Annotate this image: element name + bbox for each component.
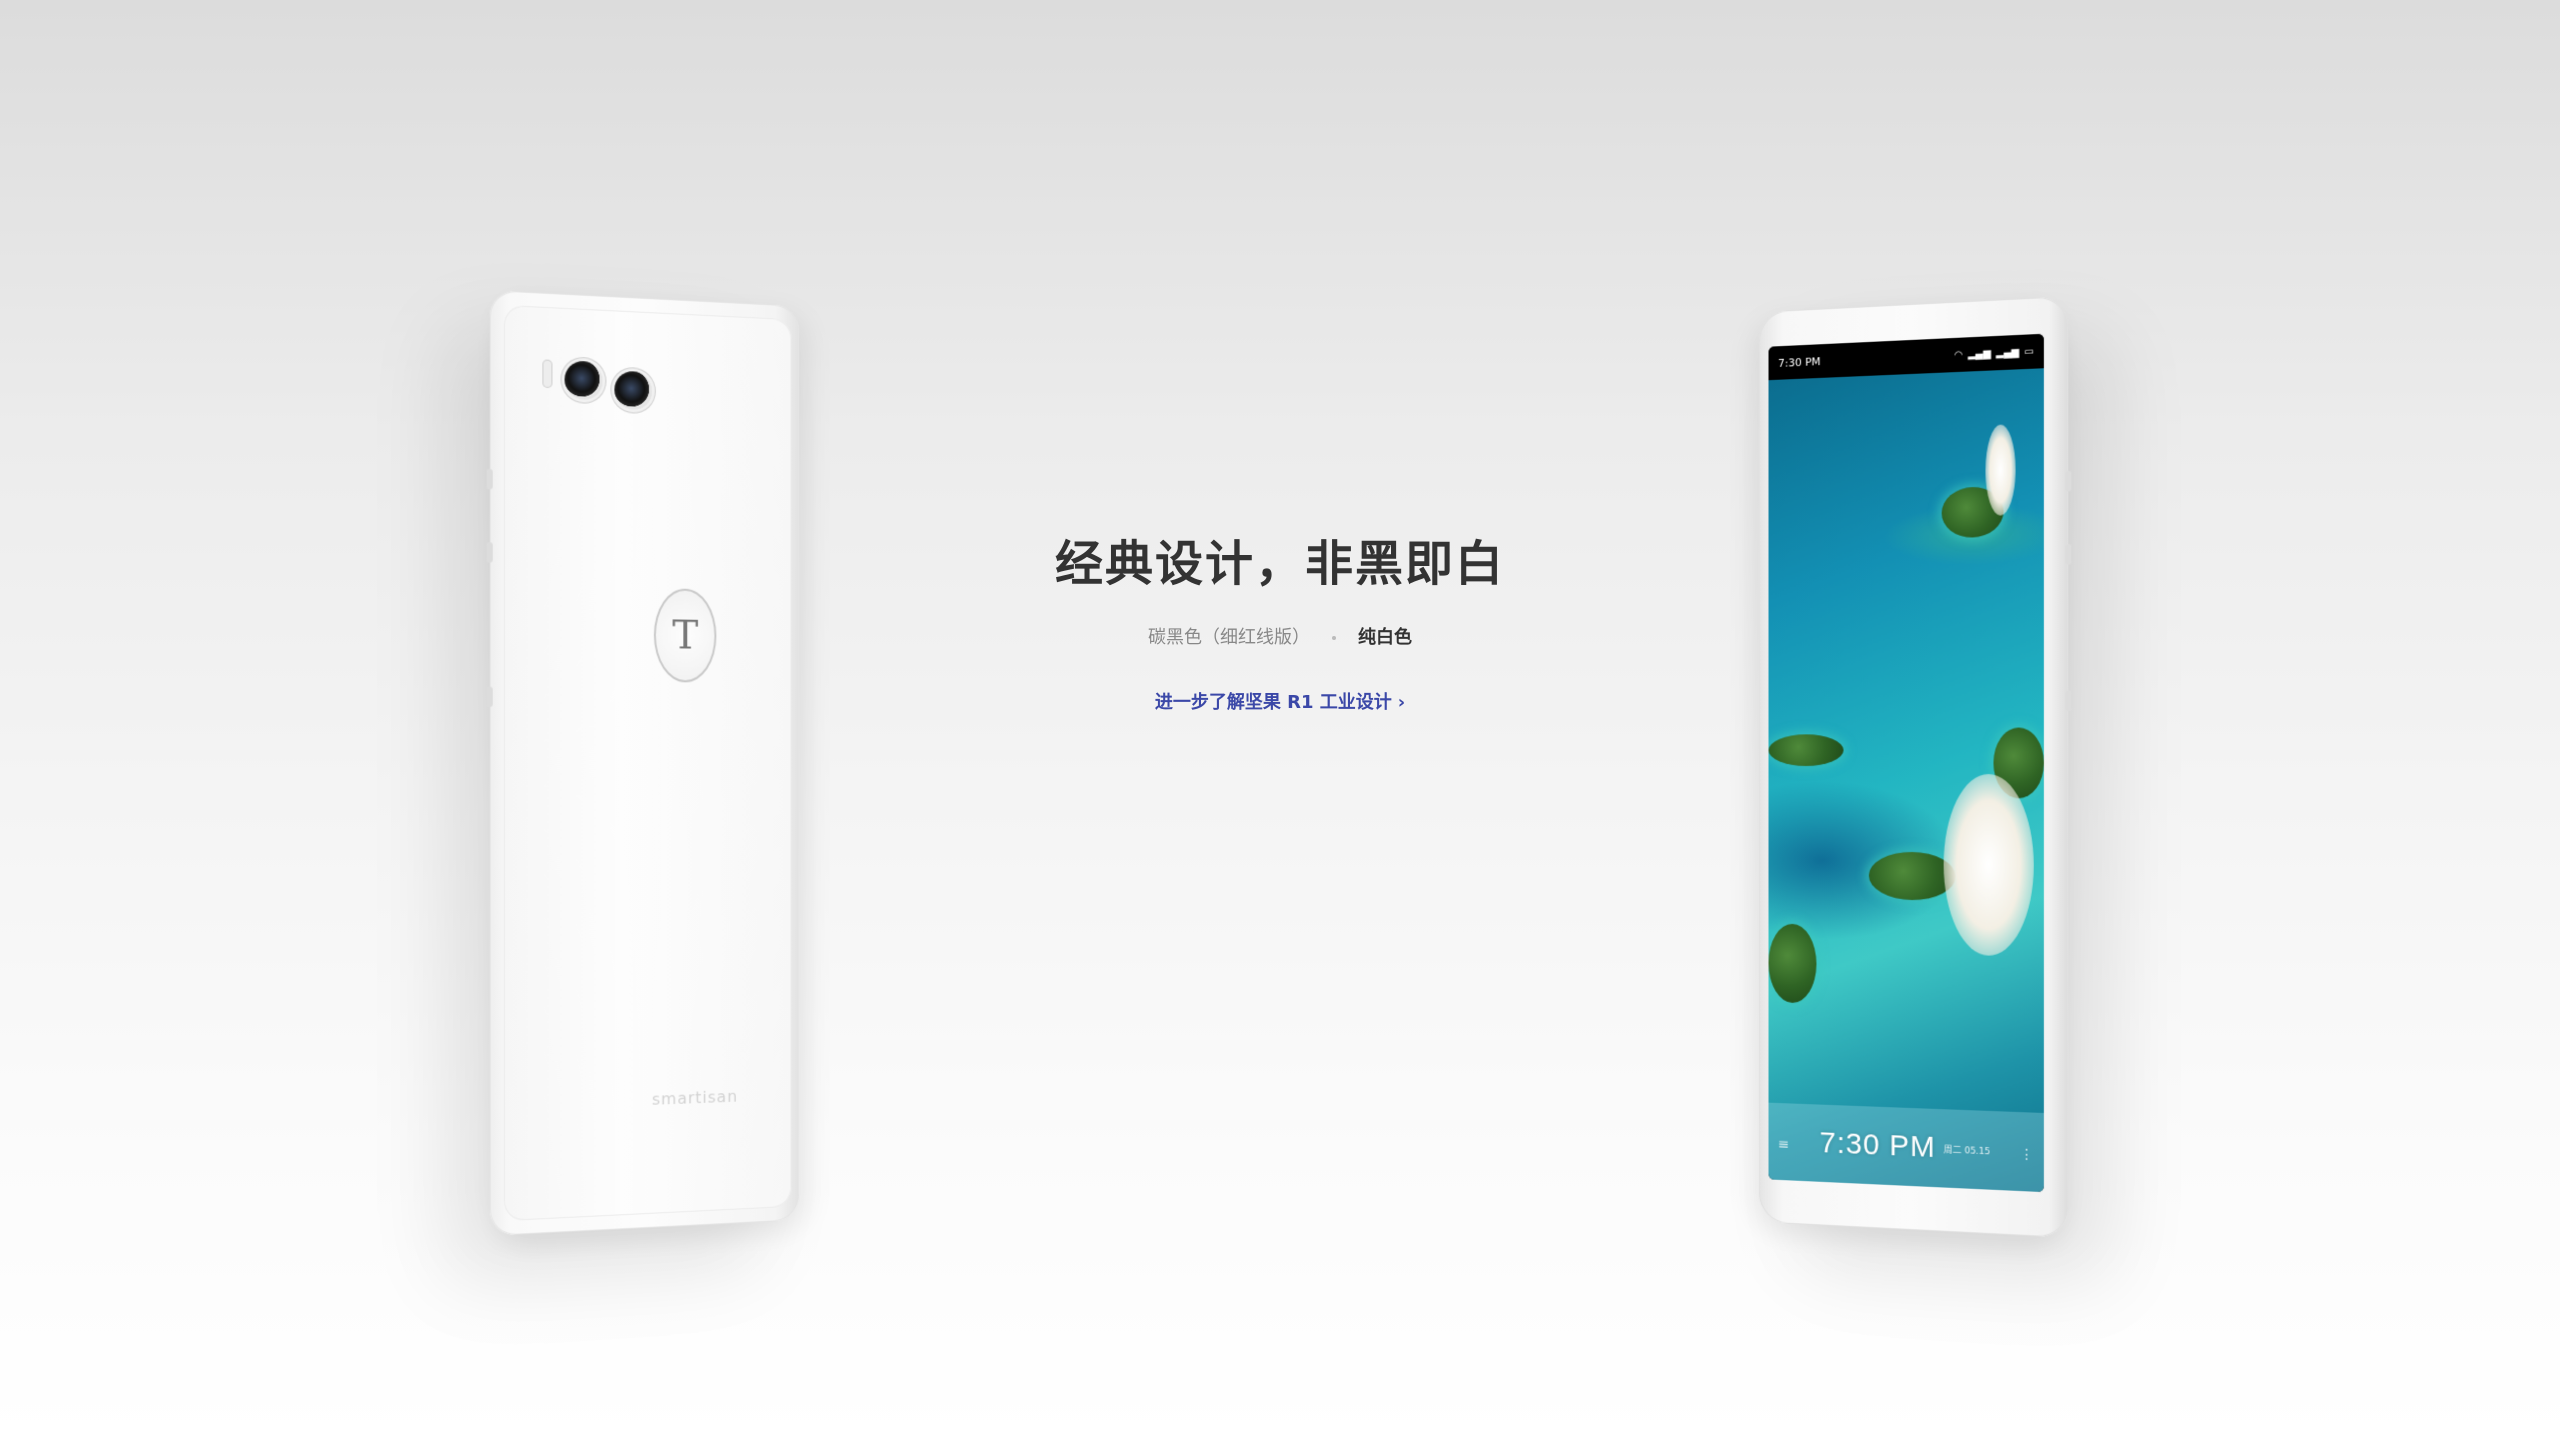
beach-shape <box>1944 774 2034 957</box>
separator-dot <box>1332 636 1336 640</box>
signal-icon: ▂▄▆ <box>1996 347 2019 359</box>
brand-wordmark: smartisan <box>652 1087 738 1109</box>
island-shape <box>1769 924 1817 1004</box>
wifi-icon: ◠ <box>1954 349 1963 360</box>
phone-back-panel: T smartisan <box>504 305 791 1221</box>
phone-front-view: 7:30 PM ◠ ▂▄▆ ▂▄▆ ▭ ≡ 7:30 PM 周二 05.15 ⋮ <box>1759 296 2068 1238</box>
camera-lens-icon <box>565 360 603 400</box>
status-time: 7:30 PM <box>1778 355 1821 370</box>
island-shape <box>1869 852 1956 901</box>
island-shape <box>1769 734 1844 766</box>
menu-icon: ≡ <box>1778 1137 1789 1153</box>
side-button <box>2065 471 2071 492</box>
phone-screen: 7:30 PM ◠ ▂▄▆ ▂▄▆ ▭ ≡ 7:30 PM 周二 05.15 ⋮ <box>1769 334 2044 1192</box>
clock-display: 7:30 PM <box>1820 1126 1936 1165</box>
grid-icon: ⋮ <box>2020 1146 2034 1163</box>
chevron-right-icon: › <box>1398 692 1405 713</box>
side-button <box>487 687 493 707</box>
side-button <box>2065 691 2071 711</box>
page-title: 经典设计，非黑即白 <box>980 528 1580 600</box>
battery-icon: ▭ <box>2024 346 2034 358</box>
wallpaper-image <box>1769 368 2044 1192</box>
side-button <box>2065 544 2071 564</box>
side-button <box>487 469 493 490</box>
lock-screen-dock: ≡ 7:30 PM 周二 05.15 ⋮ <box>1769 1103 2044 1192</box>
color-selector: 碳黑色（细红线版） 纯白色 <box>980 624 1580 652</box>
product-stage: T smartisan 经典设计，非黑即白 碳黑色（细红线版） 纯白色 进一步了… <box>0 0 2560 1440</box>
status-icons: ◠ ▂▄▆ ▂▄▆ ▭ <box>1954 346 2034 361</box>
camera-lens-icon <box>614 371 652 411</box>
side-button <box>487 542 493 562</box>
beach-shape <box>1985 424 2015 516</box>
date-display: 周二 05.15 <box>1944 1142 1990 1157</box>
learn-more-label: 进一步了解坚果 R1 工业设计 <box>1155 692 1392 713</box>
color-option-carbon-black[interactable]: 碳黑色（细红线版） <box>1144 624 1314 652</box>
logo-glyph: T <box>672 612 698 658</box>
fingerprint-logo-icon: T <box>654 588 716 682</box>
color-option-pure-white[interactable]: 纯白色 <box>1354 624 1416 652</box>
signal-icon: ▂▄▆ <box>1968 348 1991 360</box>
phone-back-view: T smartisan <box>490 290 799 1236</box>
flash-icon <box>542 359 552 388</box>
hero-copy: 经典设计，非黑即白 碳黑色（细红线版） 纯白色 进一步了解坚果 R1 工业设计 › <box>980 528 1580 714</box>
learn-more-link[interactable]: 进一步了解坚果 R1 工业设计 › <box>1155 688 1405 714</box>
